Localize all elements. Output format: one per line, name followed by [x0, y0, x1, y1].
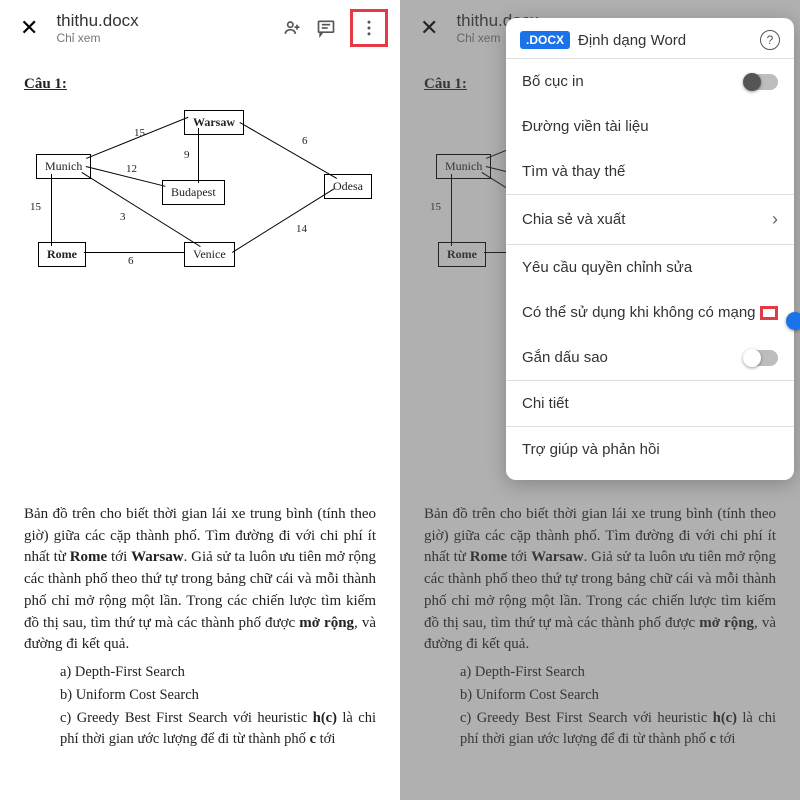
help-icon[interactable]: ?	[760, 30, 780, 50]
menu-help-feedback[interactable]: Trợ giúp và phản hồi	[506, 426, 794, 472]
edge-label: 9	[184, 148, 190, 164]
option-b: b) Uniform Cost Search	[60, 685, 376, 706]
node-budapest: Budapest	[162, 180, 225, 205]
edge-label: 6	[302, 134, 308, 150]
option-a: a) Depth-First Search	[60, 662, 376, 683]
menu-details[interactable]: Chi tiết	[506, 380, 794, 426]
node-munich: Munich	[36, 154, 91, 179]
edge-label: 14	[296, 222, 307, 238]
menu-header: .DOCX Định dạng Word ?	[506, 18, 794, 58]
menu-request-edit[interactable]: Yêu cầu quyền chỉnh sửa	[506, 244, 794, 290]
question-label: Câu 1:	[24, 74, 376, 96]
document-title: thithu.docx	[56, 11, 282, 31]
menu-available-offline[interactable]: Có thể sử dụng khi không có mạng	[506, 290, 794, 335]
menu-print-layout[interactable]: Bố cục in	[506, 58, 794, 104]
node-rome: Rome	[38, 242, 86, 267]
graph-diagram: Warsaw Munich Budapest Odesa Rome Venice…	[24, 104, 376, 304]
overflow-menu: .DOCX Định dạng Word ? Bố cục in Đường v…	[506, 18, 794, 480]
menu-find-replace[interactable]: Tìm và thay thế	[506, 149, 794, 194]
edge-label: 15	[134, 126, 145, 142]
edge-label: 15	[30, 200, 41, 216]
node-warsaw: Warsaw	[184, 110, 244, 135]
node-odesa: Odesa	[324, 174, 372, 199]
document-content: Câu 1: Warsaw Munich Budapest Odesa Rome…	[0, 56, 400, 770]
left-panel: ✕ thithu.docx Chỉ xem Câu 1:	[0, 0, 400, 800]
node-venice: Venice	[184, 242, 235, 267]
option-c: c) Greedy Best First Search với heuristi…	[60, 708, 376, 750]
app-header: ✕ thithu.docx Chỉ xem	[0, 0, 400, 56]
view-mode-label: Chỉ xem	[56, 31, 282, 45]
answer-options: a) Depth-First Search b) Uniform Cost Se…	[24, 662, 376, 750]
menu-share-export[interactable]: Chia sẻ và xuất ›	[506, 194, 794, 244]
right-panel: ✕ thithu.docx Chỉ xem Câu 1: Munich Rome…	[400, 0, 800, 800]
comment-icon[interactable]	[316, 18, 336, 38]
menu-document-outline[interactable]: Đường viền tài liệu	[506, 104, 794, 149]
edge-label: 3	[120, 210, 126, 226]
docx-badge: .DOCX	[520, 31, 570, 49]
more-menu-icon[interactable]	[350, 9, 388, 47]
menu-star[interactable]: Gắn dấu sao	[506, 335, 794, 380]
share-person-icon[interactable]	[282, 18, 302, 38]
toggle-star[interactable]	[744, 350, 778, 366]
chevron-right-icon: ›	[772, 209, 778, 230]
title-block: thithu.docx Chỉ xem	[56, 11, 282, 45]
edge-label: 6	[128, 254, 134, 270]
toggle-print-layout[interactable]	[744, 74, 778, 90]
highlight-box	[760, 306, 778, 320]
question-paragraph: Bản đồ trên cho biết thời gian lái xe tr…	[24, 504, 376, 656]
close-icon[interactable]: ✕	[12, 11, 46, 45]
edge-label: 12	[126, 162, 137, 178]
menu-title: Định dạng Word	[578, 32, 752, 49]
